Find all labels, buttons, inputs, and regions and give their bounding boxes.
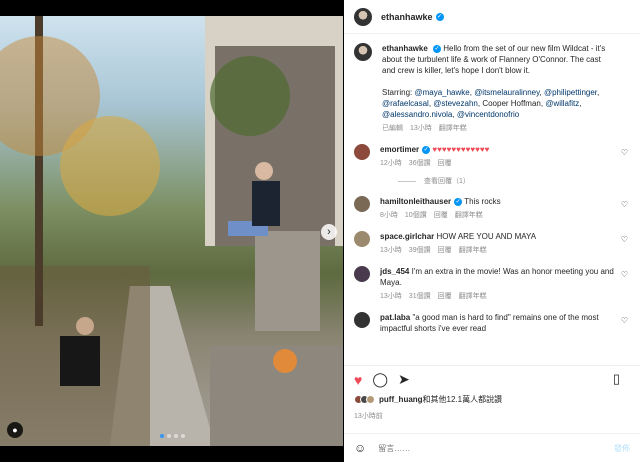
comment-username[interactable]: jds_454 (380, 267, 409, 276)
avatar[interactable] (354, 196, 370, 212)
comment-reply[interactable]: 回覆 (434, 210, 448, 221)
caption-plain-name: Cooper Hoffman, (482, 99, 544, 108)
comment-time[interactable]: 12小時 (380, 158, 402, 169)
post-photo[interactable]: › ● (0, 16, 343, 446)
comment-reply[interactable]: 回覆 (438, 158, 452, 169)
emoji-icon[interactable]: ☺ (354, 441, 366, 455)
comment-time[interactable]: 8小時 (380, 210, 398, 221)
comment-translate[interactable]: 翻譯年糕 (459, 291, 487, 302)
caption-time[interactable]: 13小時 (410, 123, 432, 134)
user-tag-icon[interactable]: ● (7, 422, 23, 438)
mention-link[interactable]: @vincentdonofrio (457, 110, 519, 119)
add-comment-bar: ☺ 發佈 (344, 433, 640, 462)
caption-translate[interactable]: 翻譯年糕 (439, 123, 467, 134)
verified-icon: ✓ (433, 44, 442, 53)
caption-username[interactable]: ethanhawke (382, 44, 428, 53)
verified-icon: ✓ (435, 12, 444, 21)
avatar[interactable] (354, 312, 370, 328)
heart-icon[interactable]: ♥ (354, 372, 362, 388)
avatar[interactable] (354, 144, 370, 160)
comment-reply[interactable]: 回覆 (438, 245, 452, 256)
avatar[interactable] (354, 43, 372, 61)
comment-translate[interactable]: 翻譯年糕 (455, 210, 483, 221)
heart-icon[interactable]: ♡ (621, 316, 628, 325)
comment-row: pat.laba "a good man is hard to find" re… (354, 312, 630, 337)
action-bar: ♥ ◯ ➤ ▯ (344, 365, 640, 393)
mention-link[interactable]: @maya_hawke (414, 88, 469, 97)
carousel-dots (160, 434, 185, 438)
comment-likes[interactable]: 39個讚 (409, 245, 431, 256)
post-header: ethanhawke ✓ (344, 0, 640, 34)
verified-icon: ✓ (454, 197, 463, 206)
mention-link[interactable]: @philipettinger (544, 88, 597, 97)
avatar[interactable] (354, 7, 372, 26)
caption-edited: 已編輯 (382, 125, 403, 132)
avatar[interactable] (354, 231, 370, 247)
mention-link[interactable]: @stevezahn (433, 99, 478, 108)
comment-likes[interactable]: 31個讚 (409, 291, 431, 302)
comment-icon[interactable]: ◯ (372, 371, 388, 388)
avatar (366, 395, 375, 404)
header-username[interactable]: ethanhawke (381, 12, 433, 22)
likes-summary: puff_huang 和其他12.1萬人都說讚 (354, 394, 502, 405)
comments-list[interactable]: ethanhawke ✓ Hello from the set of our n… (344, 35, 640, 365)
avatar[interactable] (354, 266, 370, 282)
view-replies-label[interactable]: 查看回覆（1） (424, 176, 470, 186)
comment-username[interactable]: emortimer (380, 145, 419, 154)
post-date: 13小時前 (354, 413, 383, 420)
comment-likes[interactable]: 36個讚 (409, 158, 431, 169)
comment-username[interactable]: hamiltonleithauser (380, 197, 451, 206)
verified-icon: ✓ (422, 145, 431, 154)
comment-text: HOW ARE YOU AND MAYA (436, 232, 537, 241)
comment-likes[interactable]: 10個讚 (405, 210, 427, 221)
comment-row: emortimer ✓ ♥♥♥♥♥♥♥♥♥♥♥♥ 12小時 36個讚 回覆 ♡ (354, 144, 630, 169)
mention-link[interactable]: @itsmelauralinney (474, 88, 539, 97)
comment-username[interactable]: space.girlchar (380, 232, 434, 241)
comment-time[interactable]: 13小時 (380, 245, 402, 256)
comment-row: hamiltonleithauser ✓ This rocks 8小時 10個讚 回覆翻… (354, 196, 630, 221)
comment-reply[interactable]: 回覆 (438, 291, 452, 302)
comment-row: space.girlchar HOW ARE YOU AND MAYA 13小時 3… (354, 231, 630, 256)
likes-rest[interactable]: 和其他12.1萬人都說讚 (423, 394, 503, 405)
comment-username[interactable]: pat.laba (380, 313, 410, 322)
comment-input[interactable] (378, 443, 614, 453)
caption-starring-label: Starring: (382, 88, 413, 97)
next-arrow-icon[interactable]: › (321, 224, 337, 240)
comment-translate[interactable]: 翻譯年糕 (459, 245, 487, 256)
share-icon[interactable]: ➤ (398, 371, 410, 388)
comment-text: ♥♥♥♥♥♥♥♥♥♥♥♥ (432, 145, 490, 154)
comment-row: jds_454 I'm an extra in the movie! Was a… (354, 266, 630, 302)
mention-link[interactable]: @rafaelcasal (382, 99, 429, 108)
comment-text: This rocks (464, 197, 501, 206)
heart-icon[interactable]: ♡ (621, 200, 628, 209)
comment-text: "a good man is hard to find" remains one… (380, 313, 599, 333)
bookmark-icon[interactable]: ▯ (613, 371, 620, 387)
view-replies-link[interactable]: 查看回覆（1） (398, 176, 630, 186)
heart-icon[interactable]: ♡ (621, 270, 628, 279)
comment-time[interactable]: 13小時 (380, 291, 402, 302)
mention-link[interactable]: @alessandro.nivola (382, 110, 452, 119)
post-details-panel: ethanhawke ✓ ethanhawke ✓ Hello from the… (344, 0, 640, 462)
comment-text: I'm an extra in the movie! Was an honor … (380, 267, 614, 287)
mention-link[interactable]: @willafitz (545, 99, 579, 108)
heart-icon[interactable]: ♡ (621, 235, 628, 244)
media-panel: › ● (0, 0, 344, 462)
heart-icon[interactable]: ♡ (621, 148, 628, 157)
caption: ethanhawke ✓ Hello from the set of our n… (354, 43, 630, 134)
post-comment-button[interactable]: 發佈 (614, 443, 630, 454)
likes-user[interactable]: puff_huang (379, 395, 423, 404)
